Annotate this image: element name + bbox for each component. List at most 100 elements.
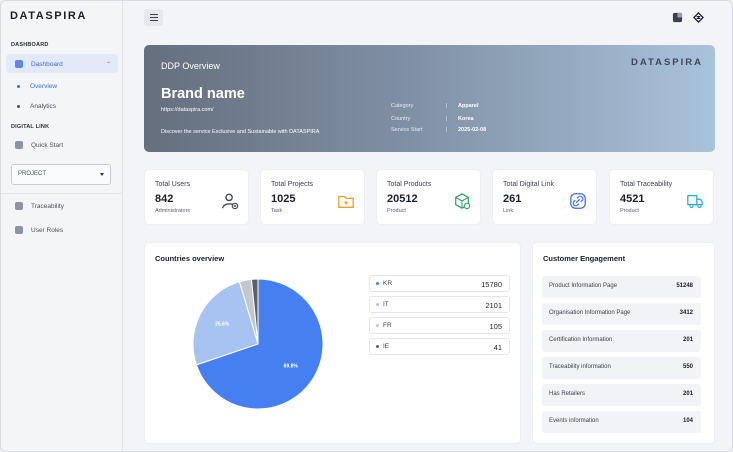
meta-separator: | xyxy=(446,103,448,109)
engagement-label: Certification Information xyxy=(549,337,613,343)
meta-value: Apparel xyxy=(458,103,479,109)
countries-pie-chart: 69.8% 25.6% xyxy=(192,278,324,410)
project-select[interactable]: PROJECT xyxy=(11,164,111,185)
section-label-dashboard: DASHBOARD xyxy=(11,42,49,48)
sidebar-item-overview[interactable]: Overview xyxy=(17,83,57,90)
stat-subtitle: Task xyxy=(271,208,283,214)
sidebar-item-label: Overview xyxy=(30,83,58,90)
engagement-label: Events information xyxy=(549,418,599,424)
meta-key: Service Start xyxy=(391,127,423,133)
meta-separator: | xyxy=(446,116,448,122)
country-value: 105 xyxy=(489,322,502,331)
stat-card-users[interactable]: Total Users 842 Administrators xyxy=(144,169,249,225)
sidebar-divider xyxy=(1,193,123,194)
pie-label-it: 25.6% xyxy=(215,321,230,327)
meta-country: Country | Korea xyxy=(391,116,474,122)
engagement-value: 550 xyxy=(682,364,693,370)
theme-icon[interactable] xyxy=(672,12,683,23)
stat-card-products[interactable]: Total Products 20512 Product xyxy=(376,169,481,225)
sidebar-item-quick-start[interactable]: Quick Start xyxy=(15,141,63,149)
app-logo[interactable]: DATASPIRA xyxy=(10,10,87,22)
panel-title: Countries overview xyxy=(155,254,225,263)
truck-icon xyxy=(687,194,703,209)
meta-key: Category xyxy=(391,103,414,109)
legend-dot xyxy=(376,282,379,285)
stat-card-digital-link[interactable]: Total Digital Link 261 Link xyxy=(492,169,597,225)
country-row-ie[interactable]: IE 41 xyxy=(369,338,510,355)
brand-name: Brand name xyxy=(161,86,245,102)
country-code: IE xyxy=(383,343,390,350)
sidebar-item-label: Dashboard xyxy=(31,60,63,68)
link-icon xyxy=(570,193,586,209)
country-value: 41 xyxy=(493,343,502,352)
hero-title: DDP Overview xyxy=(161,61,220,71)
user-roles-icon xyxy=(15,226,23,234)
stat-subtitle: Link xyxy=(503,208,514,214)
sidebar: DATASPIRA DASHBOARD Dashboard ⌃ Overview… xyxy=(1,1,123,451)
stat-value: 1025 xyxy=(271,193,296,205)
box-check-icon xyxy=(455,193,471,210)
brand-s-icon[interactable] xyxy=(693,12,704,23)
sidebar-item-analytics[interactable]: Analytics xyxy=(17,103,56,110)
chevron-up-icon[interactable]: ⌃ xyxy=(106,61,111,68)
meta-separator: | xyxy=(446,127,448,133)
app-window: DATASPIRA DASHBOARD Dashboard ⌃ Overview… xyxy=(0,0,733,452)
engagement-row[interactable]: Events information 104 xyxy=(542,411,701,433)
legend-dot xyxy=(376,324,379,327)
engagement-row[interactable]: Has Retailers 201 xyxy=(542,384,701,406)
sidebar-item-traceability[interactable]: Traceability xyxy=(15,202,64,210)
sidebar-item-label: Quick Start xyxy=(31,141,64,149)
stat-title: Total Products xyxy=(387,181,432,188)
engagement-row[interactable]: Product Information Page 51248 xyxy=(542,276,701,298)
stat-value: 842 xyxy=(155,193,174,205)
meta-category: Category | Apparel xyxy=(391,103,478,109)
engagement-value: 201 xyxy=(682,337,693,343)
engagement-value: 104 xyxy=(682,418,693,424)
legend-dot xyxy=(376,303,379,306)
stat-card-traceability[interactable]: Total Traceability 4521 Product xyxy=(609,169,714,225)
brand-url[interactable]: https://dataspira.com/ xyxy=(161,107,214,113)
country-row-it[interactable]: IT 2101 xyxy=(369,296,510,313)
bullet-icon xyxy=(17,105,20,108)
sidebar-item-user-roles[interactable]: User Roles xyxy=(15,226,63,234)
legend-dot xyxy=(376,345,379,348)
user-add-icon xyxy=(222,193,239,210)
truck-icon xyxy=(15,202,23,210)
engagement-label: Organisation Information Page xyxy=(549,310,631,316)
stat-title: Total Traceability xyxy=(620,181,673,188)
engagement-value: 3412 xyxy=(679,310,693,316)
country-code: FR xyxy=(383,322,392,329)
stat-card-projects[interactable]: Total Projects 1025 Task xyxy=(260,169,365,225)
engagement-value: 201 xyxy=(682,391,693,397)
engagement-label: Has Retailers xyxy=(549,391,586,397)
country-row-kr[interactable]: KR 15780 xyxy=(369,275,510,292)
engagement-label: Traceability information xyxy=(549,364,611,370)
quick-start-icon xyxy=(15,141,23,149)
sidebar-item-label: User Roles xyxy=(31,226,64,234)
country-code: KR xyxy=(383,280,393,287)
hamburger-icon xyxy=(149,14,158,16)
engagement-row[interactable]: Traceability information 550 xyxy=(542,357,701,379)
bullet-icon xyxy=(17,85,20,88)
country-row-fr[interactable]: FR 105 xyxy=(369,317,510,334)
pie-label-kr: 69.8% xyxy=(284,363,299,369)
countries-overview-panel: Countries overview 69.8% 25.6% KR 15780 I… xyxy=(144,242,521,444)
meta-value: 2025-02-08 xyxy=(458,127,487,133)
stat-title: Total Digital Link xyxy=(503,181,554,188)
folder-plus-icon xyxy=(338,195,354,208)
stat-subtitle: Administrators xyxy=(155,208,191,214)
meta-value: Korea xyxy=(458,116,474,122)
caret-down-icon xyxy=(100,173,104,176)
stat-title: Total Users xyxy=(155,181,191,188)
sidebar-item-dashboard[interactable]: Dashboard xyxy=(15,60,63,68)
stat-value: 261 xyxy=(503,193,522,205)
engagement-row[interactable]: Certification Information 201 xyxy=(542,330,701,352)
stat-value: 4521 xyxy=(620,193,645,205)
section-label-digital-link: DIGITAL LINK xyxy=(11,124,50,130)
meta-service-start: Service Start | 2025-02-08 xyxy=(391,127,486,133)
panel-title: Customer Engagement xyxy=(543,254,626,263)
engagement-row[interactable]: Organisation Information Page 3412 xyxy=(542,303,701,325)
menu-toggle-button[interactable] xyxy=(144,9,163,26)
brand-description: Discover the service Exclusive and Susta… xyxy=(161,129,320,135)
hero-logo: DATASPIRA xyxy=(630,57,703,68)
